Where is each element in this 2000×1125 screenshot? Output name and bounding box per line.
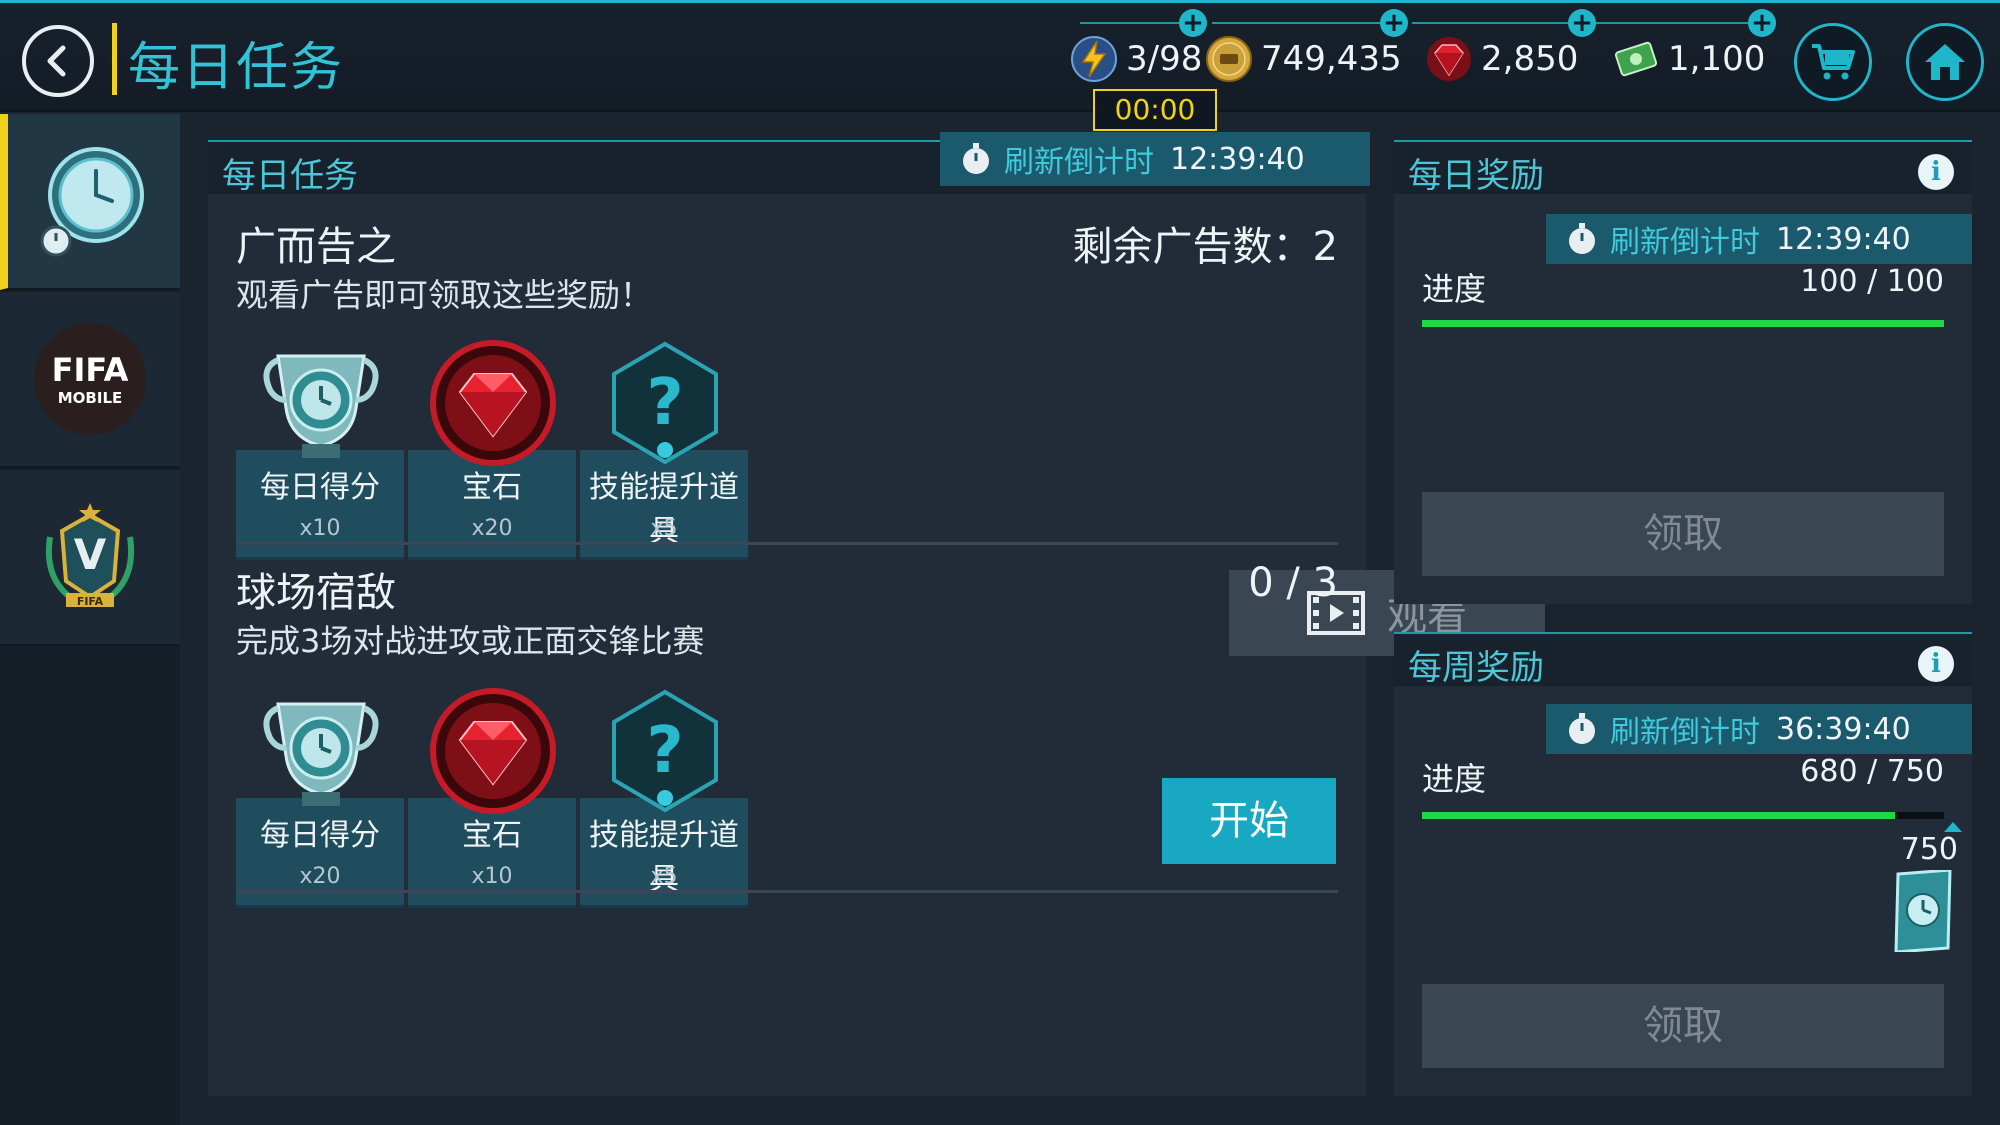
fifa-coin-icon [1206,36,1252,82]
energy-value: 3/98 [1126,39,1203,79]
task-title: 广而告之 [236,224,396,270]
svg-text:MOBILE: MOBILE [58,389,123,407]
divider [236,542,1338,545]
task-title: 球场宿敌 [236,570,396,616]
cash-icon [1614,41,1658,77]
trophy-icon [263,702,379,806]
shop-button[interactable] [1794,23,1872,101]
reward-name: 宝石 [462,470,522,505]
divider [236,890,1338,893]
svg-text:?: ? [646,714,683,788]
info-icon[interactable]: i [1918,154,1954,190]
info-icon[interactable]: i [1918,646,1954,682]
weekly-reward-panel: 每周奖励 i 刷新倒计时 36:39:40 进度 680 / 750 750 领… [1394,632,1972,1096]
reward-quantity: x20 [299,864,341,889]
reward-name: 每日得分 [260,470,380,505]
clock-icon [40,147,144,257]
reward-quantity: x5 [650,864,678,889]
mystery-skill-boost-icon: ? [612,341,718,465]
panel-title: 每日任务 [222,156,358,196]
reward-quantity: x20 [471,516,513,541]
weekly-refresh-countdown: 刷新倒计时 36:39:40 [1546,704,1972,754]
svg-text:V: V [74,530,107,579]
refresh-label: 刷新倒计时 [1004,145,1154,180]
weekly-progress-bar [1422,812,1944,819]
weekly-claim-button[interactable]: 领取 [1422,984,1944,1068]
home-icon [1925,44,1965,80]
progress-fill [1422,812,1896,819]
nav-daily-tasks[interactable] [0,114,180,290]
nav-fifa-mobile[interactable]: FIFA MOBILE [0,292,180,468]
title-divider [112,23,117,95]
cash-value: 1,100 [1668,39,1766,79]
plus-line [1412,22,1572,24]
daily-refresh-countdown: 刷新倒计时 12:39:40 [1546,214,1972,264]
energy-counter: 3/98 [1070,31,1202,87]
gem-icon [430,688,556,814]
progress-value: 680 / 750 [1800,754,1944,789]
weekly-reward-header: 每周奖励 i [1394,632,1972,688]
home-button[interactable] [1906,23,1984,101]
start-task-button[interactable]: 开始 [1162,778,1336,864]
svg-text:FIFA: FIFA [77,595,104,608]
chevron-left-icon [47,45,66,77]
milestone-marker-icon [1944,822,1962,832]
vs-badge-icon: V FIFA [45,503,135,608]
coins-counter: 749,435 [1205,31,1402,87]
reward-quantity: x5 [650,516,678,541]
daily-reward-header: 每日奖励 i [1394,140,1972,196]
gems-counter: 2,850 [1425,31,1578,87]
coins-value: 749,435 [1261,39,1402,79]
progress-value: 100 / 100 [1800,264,1944,299]
milestone-value: 750 [1900,832,1958,867]
daily-tasks-panel: 每日任务 刷新倒计时 12:39:40 广而告之 剩余广告数：2 观看广告即可领… [208,132,1545,1096]
gem-icon [430,340,556,466]
gem-icon [1427,37,1471,81]
reward-quantity: x10 [471,864,513,889]
milestone-reward-card-icon [1894,870,1952,952]
lightning-icon [1071,36,1117,82]
daily-claim-button[interactable]: 领取 [1422,492,1944,576]
plus-line [1592,22,1760,24]
top-bar: 每日任务 + + + + 3/98 00:00 749,435 2,850 1,… [0,0,2000,131]
task-count: 0 / 3 [1248,560,1338,606]
refresh-countdown: 刷新倒计时 12:39:40 [940,132,1370,186]
refresh-label: 刷新倒计时 [1610,715,1760,750]
refresh-time: 12:39:40 [1170,141,1305,177]
progress-label: 进度 [1422,270,1487,308]
daily-progress-bar [1422,320,1944,327]
refresh-label: 刷新倒计时 [1610,225,1760,260]
reward-name: 宝石 [462,818,522,853]
cart-icon [1812,44,1855,80]
cash-counter: 1,100 [1612,31,1765,87]
gems-value: 2,850 [1481,39,1579,79]
stopwatch-icon [1569,223,1595,254]
daily-reward-title: 每日奖励 [1408,156,1544,196]
stopwatch-icon [1569,713,1595,744]
energy-timer: 00:00 [1093,89,1217,131]
svg-text:FIFA: FIFA [52,351,129,389]
trophy-icon [263,354,379,458]
svg-text:?: ? [646,366,683,440]
stopwatch-icon [963,143,989,174]
progress-label: 进度 [1422,760,1487,798]
plus-line [1212,22,1392,24]
reward-name: 每日得分 [260,818,380,853]
refresh-time: 36:39:40 [1776,711,1911,747]
refresh-time: 12:39:40 [1776,221,1911,257]
side-nav: FIFA MOBILE V FIFA [0,114,180,1125]
task-description: 观看广告即可领取这些奖励！ [236,276,653,314]
task-description: 完成3场对战进攻或正面交锋比赛 [236,622,705,660]
page-title: 每日任务 [128,38,345,98]
weekly-reward-title: 每周奖励 [1408,648,1544,688]
daily-reward-panel: 每日奖励 i 刷新倒计时 12:39:40 进度 100 / 100 领取 [1394,140,1972,604]
plus-line [1080,22,1190,24]
reward-quantity: x10 [299,516,341,541]
mystery-skill-boost-icon: ? [612,689,718,813]
nav-vs-attack[interactable]: V FIFA [0,470,180,646]
task-count: 剩余广告数：2 [1072,224,1338,270]
fifa-mobile-logo-icon: FIFA MOBILE [34,323,146,435]
progress-fill [1422,320,1944,327]
back-button[interactable] [22,25,94,97]
